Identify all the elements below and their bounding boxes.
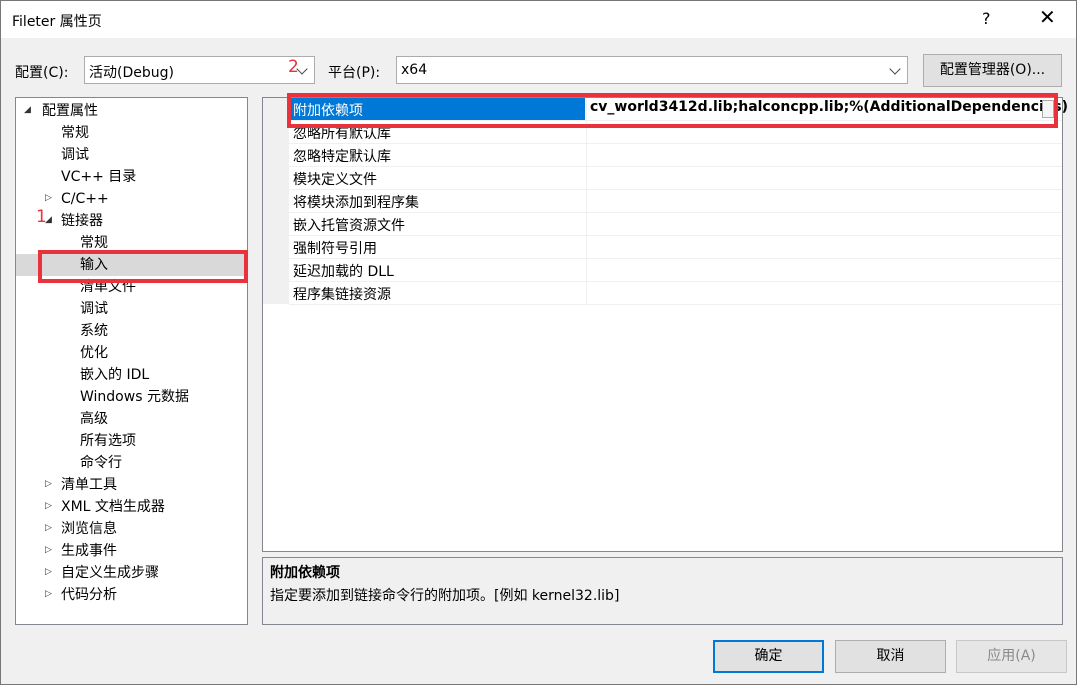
property-row[interactable]: 将模块添加到程序集	[289, 190, 1062, 213]
property-name: 模块定义文件	[293, 172, 377, 188]
help-button[interactable]: ?	[982, 9, 991, 28]
tree-item[interactable]: 命令行	[80, 452, 122, 474]
tree-item[interactable]: 调试	[80, 298, 108, 320]
tree-item-label: 常规	[61, 125, 89, 141]
cancel-button[interactable]: 取消	[835, 640, 946, 673]
tree-item[interactable]: VC++ 目录	[61, 166, 136, 188]
tree-item[interactable]: XML 文档生成器	[61, 496, 165, 518]
property-row[interactable]: 忽略特定默认库	[289, 144, 1062, 167]
column-divider	[586, 236, 587, 258]
column-divider	[586, 167, 587, 189]
chevron-down-icon	[889, 63, 901, 75]
column-divider	[586, 144, 587, 166]
tree-item-label: 清单工具	[61, 477, 117, 493]
expand-icon[interactable]: ▷	[45, 589, 52, 599]
tree-item-label: 调试	[61, 147, 89, 163]
annotation-two: 2	[288, 57, 299, 77]
tree-item[interactable]: 嵌入的 IDL	[80, 364, 149, 386]
tree-item[interactable]: 优化	[80, 342, 108, 364]
tree-item-label: 生成事件	[61, 543, 117, 559]
property-name: 嵌入托管资源文件	[293, 218, 405, 234]
tree-item-label: 链接器	[61, 213, 103, 229]
property-name: 忽略特定默认库	[293, 149, 391, 165]
property-row[interactable]: 延迟加载的 DLL	[289, 259, 1062, 282]
property-name: 强制符号引用	[293, 241, 377, 257]
close-button[interactable]: ✕	[1039, 7, 1056, 27]
tree-item-label: XML 文档生成器	[61, 499, 165, 515]
property-tree[interactable]: 配置属性 ◢ 常规 调试 VC++ 目录 C/C++ ▷ 链接器 ◢ 常规 输入 清单文件 调试 系统 优化…	[15, 97, 248, 625]
expand-icon[interactable]: ▷	[45, 523, 52, 533]
platform-label: 平台(P):	[328, 65, 381, 81]
tree-item-label: 所有选项	[80, 433, 136, 449]
platform-value: x64	[401, 62, 428, 78]
description-title: 附加依赖项	[270, 565, 340, 581]
property-row[interactable]: 嵌入托管资源文件	[289, 213, 1062, 236]
tree-item-label: 高级	[80, 411, 108, 427]
tree-item-label: 代码分析	[61, 587, 117, 603]
expand-icon[interactable]: ▷	[45, 193, 52, 203]
highlight-box-input	[38, 250, 248, 283]
tree-item[interactable]: C/C++	[61, 188, 109, 210]
tree-item-label: C/C++	[61, 191, 109, 207]
tree-item-label: Windows 元数据	[80, 389, 189, 405]
collapse-icon[interactable]: ◢	[24, 105, 31, 115]
tree-item[interactable]: 浏览信息	[61, 518, 117, 540]
highlight-box-dependencies	[287, 93, 1058, 128]
tree-item-label: 系统	[80, 323, 108, 339]
tree-item[interactable]: 生成事件	[61, 540, 117, 562]
expand-icon[interactable]: ▷	[45, 501, 52, 511]
tree-item[interactable]: 系统	[80, 320, 108, 342]
tree-item[interactable]: 清单工具	[61, 474, 117, 496]
tree-item[interactable]: 代码分析	[61, 584, 117, 606]
column-divider	[586, 213, 587, 235]
description-text: 指定要添加到链接命令行的附加项。[例如 kernel32.lib]	[270, 588, 620, 604]
title-bar: Fileter 属性页 ? ✕	[0, 0, 1077, 38]
config-value: 活动(Debug)	[89, 65, 174, 81]
config-combo[interactable]: 活动(Debug)	[84, 56, 315, 84]
config-manager-button[interactable]: 配置管理器(O)...	[923, 54, 1062, 87]
expand-icon[interactable]: ▷	[45, 479, 52, 489]
annotation-one: 1	[36, 207, 47, 227]
expand-icon[interactable]: ▷	[45, 545, 52, 555]
platform-combo[interactable]: x64	[396, 56, 908, 84]
property-name: 将模块添加到程序集	[293, 195, 419, 211]
property-name: 延迟加载的 DLL	[293, 264, 394, 280]
column-divider	[586, 259, 587, 281]
tree-item-label: VC++ 目录	[61, 169, 137, 185]
tree-item-label: 浏览信息	[61, 521, 117, 537]
ok-button[interactable]: 确定	[713, 640, 824, 673]
expand-icon[interactable]: ▷	[45, 567, 52, 577]
column-divider	[586, 282, 587, 304]
tree-item-label: 调试	[80, 301, 108, 317]
tree-item[interactable]: 配置属性	[42, 100, 98, 122]
grid-gutter	[263, 98, 289, 304]
tree-item[interactable]: 常规	[61, 122, 89, 144]
property-name: 程序集链接资源	[293, 287, 391, 303]
tree-item-label: 常规	[80, 235, 108, 251]
window-title: Fileter 属性页	[12, 14, 102, 30]
tree-item-label: 优化	[80, 345, 108, 361]
config-label: 配置(C):	[15, 65, 69, 81]
tree-item-label: 配置属性	[42, 103, 98, 119]
property-row[interactable]: 强制符号引用	[289, 236, 1062, 259]
tree-item[interactable]: 高级	[80, 408, 108, 430]
tree-item[interactable]: 链接器	[61, 210, 103, 232]
column-divider	[586, 190, 587, 212]
property-row[interactable]: 程序集链接资源	[289, 282, 1062, 305]
tree-item[interactable]: 自定义生成步骤	[61, 562, 159, 584]
tree-item-label: 自定义生成步骤	[61, 565, 159, 581]
description-panel: 附加依赖项 指定要添加到链接命令行的附加项。[例如 kernel32.lib]	[262, 557, 1063, 625]
tree-item-label: 嵌入的 IDL	[80, 367, 150, 383]
tree-item[interactable]: 所有选项	[80, 430, 136, 452]
property-grid[interactable]: 附加依赖项 cv_world3412d.lib;halconcpp.lib;%(A…	[262, 97, 1068, 552]
tree-item-label: 命令行	[80, 455, 122, 471]
property-row[interactable]: 模块定义文件	[289, 167, 1062, 190]
apply-button[interactable]: 应用(A)	[956, 640, 1067, 673]
tree-item[interactable]: Windows 元数据	[80, 386, 189, 408]
tree-item[interactable]: 调试	[61, 144, 89, 166]
